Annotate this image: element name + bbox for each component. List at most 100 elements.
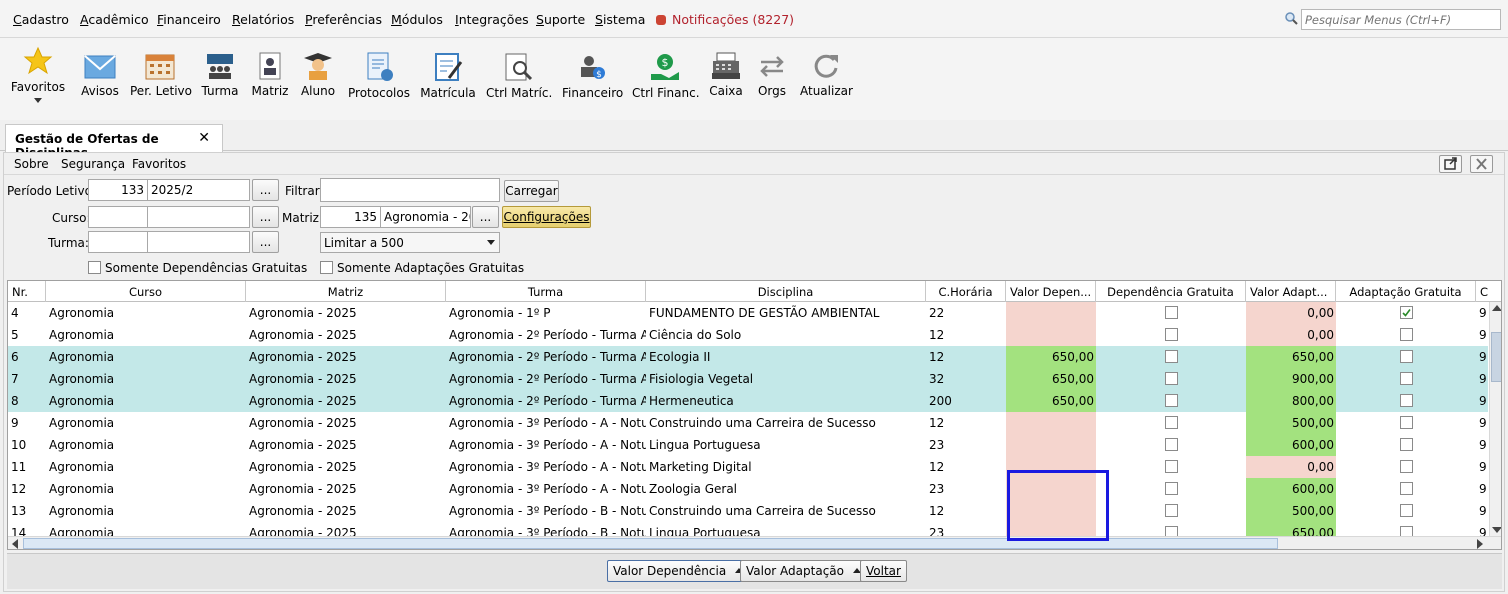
table-row[interactable]: 4 Agronomia Agronomia - 2025 Agronomia - 1º… (8, 302, 1488, 324)
menu-preferencias[interactable]: Preferências (305, 12, 382, 27)
cell-curso[interactable]: Agronomia (46, 500, 246, 522)
cell-matriz[interactable]: Agronomia - 2025 (246, 412, 446, 434)
col-valor-adaptacao[interactable]: Valor Adapt... (1246, 281, 1336, 302)
adaptacao-gratuita-checkbox[interactable] (1400, 350, 1413, 363)
cell-disciplina[interactable]: Ecologia II (646, 346, 926, 368)
toolbar-aluno[interactable]: Aluno (298, 52, 338, 98)
periodo-value-field[interactable]: 2025/2 (147, 179, 250, 201)
adaptacao-gratuita-checkbox[interactable] (1400, 460, 1413, 473)
cell-nr[interactable]: 10 (8, 434, 46, 456)
cell-ch[interactable]: 32 (926, 368, 1006, 390)
adaptacao-gratuita-checkbox[interactable] (1400, 328, 1413, 341)
vertical-scroll-thumb[interactable] (1491, 332, 1501, 382)
col-turma[interactable]: Turma (446, 281, 646, 302)
scroll-left-icon[interactable] (12, 539, 18, 549)
menu-sistema[interactable]: Sistema (595, 12, 645, 27)
search-input[interactable] (1301, 9, 1501, 30)
menu-cadastro[interactable]: Cadastro (13, 12, 69, 27)
adapt-gratuitas-checkbox[interactable] (320, 261, 333, 274)
curso-code-field[interactable] (88, 206, 148, 228)
scroll-right-icon[interactable] (1477, 539, 1483, 549)
toolbar-caixa[interactable]: Caixa (708, 52, 744, 98)
cell-curso[interactable]: Agronomia (46, 478, 246, 500)
turma-lookup-button[interactable]: ... (252, 231, 279, 253)
cell-ch[interactable]: 23 (926, 478, 1006, 500)
notifications-link[interactable]: Notificações (8227) (656, 12, 794, 27)
col-adaptacao-gratuita[interactable]: Adaptação Gratuita (1336, 281, 1476, 302)
adaptacao-gratuita-checkbox[interactable] (1400, 482, 1413, 495)
cell-curso[interactable]: Agronomia (46, 456, 246, 478)
cell-valor-adaptacao[interactable]: 500,00 (1246, 412, 1336, 434)
table-row[interactable]: 10 Agronomia Agronomia - 2025 Agronomia - 3… (8, 434, 1488, 456)
submenu-favoritos[interactable]: Favoritos (132, 157, 186, 171)
dependencia-gratuita-checkbox[interactable] (1165, 328, 1178, 341)
cell-matriz[interactable]: Agronomia - 2025 (246, 390, 446, 412)
cell-valor-adaptacao[interactable]: 0,00 (1246, 324, 1336, 346)
table-row[interactable]: 9 Agronomia Agronomia - 2025 Agronomia - 3º… (8, 412, 1488, 434)
adaptacao-gratuita-checkbox[interactable] (1400, 438, 1413, 451)
cell-valor-adaptacao[interactable]: 500,00 (1246, 500, 1336, 522)
cell-curso[interactable]: Agronomia (46, 324, 246, 346)
submenu-sobre[interactable]: Sobre (14, 157, 49, 171)
cell-nr[interactable]: 8 (8, 390, 46, 412)
cell-turma[interactable]: Agronomia - 3º Período - B - Notur... (446, 500, 646, 522)
dependencia-gratuita-checkbox[interactable] (1165, 504, 1178, 517)
cell-valor-adaptacao[interactable]: 600,00 (1246, 434, 1336, 456)
toolbar-protocolos[interactable]: Protocolos (348, 52, 410, 100)
dependencia-gratuita-checkbox[interactable] (1165, 438, 1178, 451)
cell-ch[interactable]: 23 (926, 434, 1006, 456)
curso-lookup-button[interactable]: ... (252, 206, 279, 228)
col-disciplina[interactable]: Disciplina (646, 281, 926, 302)
cell-turma[interactable]: Agronomia - 3º Período - A - Notur... (446, 456, 646, 478)
cell-curso[interactable]: Agronomia (46, 368, 246, 390)
turma-value-field[interactable] (147, 231, 250, 253)
cell-nr[interactable]: 12 (8, 478, 46, 500)
detach-button[interactable] (1439, 155, 1462, 173)
valor-adaptacao-button[interactable]: Valor Adaptação (740, 560, 867, 582)
cell-matriz[interactable]: Agronomia - 2025 (246, 478, 446, 500)
adaptacao-gratuita-checkbox[interactable] (1400, 394, 1413, 407)
toolbar-matriz[interactable]: Matriz (250, 52, 290, 98)
cell-extra[interactable]: 9 (1476, 302, 1489, 324)
adaptacao-gratuita-checkbox[interactable] (1400, 504, 1413, 517)
cell-nr[interactable]: 4 (8, 302, 46, 324)
menu-suporte[interactable]: Suporte (536, 12, 585, 27)
horizontal-scrollbar[interactable] (8, 536, 1501, 549)
cell-nr[interactable]: 13 (8, 500, 46, 522)
cell-valor-dependencia[interactable] (1006, 434, 1096, 456)
cell-matriz[interactable]: Agronomia - 2025 (246, 434, 446, 456)
scroll-up-icon[interactable] (1492, 305, 1501, 311)
table-row[interactable]: 8 Agronomia Agronomia - 2025 Agronomia - 2º… (8, 390, 1488, 412)
dependencia-gratuita-checkbox[interactable] (1165, 350, 1178, 363)
cell-matriz[interactable]: Agronomia - 2025 (246, 324, 446, 346)
cell-valor-adaptacao[interactable]: 650,00 (1246, 346, 1336, 368)
cell-curso[interactable]: Agronomia (46, 302, 246, 324)
cell-matriz[interactable]: Agronomia - 2025 (246, 302, 446, 324)
adaptacao-gratuita-checkbox[interactable] (1400, 306, 1413, 319)
cell-ch[interactable]: 22 (926, 302, 1006, 324)
cell-ch[interactable]: 12 (926, 324, 1006, 346)
table-row[interactable]: 11 Agronomia Agronomia - 2025 Agronomia - 3… (8, 456, 1488, 478)
cell-turma[interactable]: Agronomia - 3º Período - A - Notur... (446, 412, 646, 434)
cell-nr[interactable]: 6 (8, 346, 46, 368)
col-valor-dependencia[interactable]: Valor Depen... (1006, 281, 1096, 302)
col-extra[interactable]: C (1476, 281, 1496, 302)
matriz-lookup-button[interactable]: ... (472, 206, 499, 228)
turma-code-field[interactable] (88, 231, 148, 253)
menu-academico[interactable]: Acadêmico (80, 12, 149, 27)
cell-valor-adaptacao[interactable]: 0,00 (1246, 302, 1336, 324)
cell-valor-dependencia[interactable] (1006, 412, 1096, 434)
vertical-scrollbar[interactable] (1489, 302, 1501, 536)
cell-ch[interactable]: 12 (926, 346, 1006, 368)
matriz-code-field[interactable]: 135 (320, 206, 381, 228)
dependencia-gratuita-checkbox[interactable] (1165, 306, 1178, 319)
cell-disciplina[interactable]: Fisiologia Vegetal (646, 368, 926, 390)
dep-gratuitas-checkbox[interactable] (88, 261, 101, 274)
dependencia-gratuita-checkbox[interactable] (1165, 482, 1178, 495)
cell-turma[interactable]: Agronomia - 2º Período - Turma A (446, 368, 646, 390)
cell-ch[interactable]: 12 (926, 500, 1006, 522)
cell-valor-adaptacao[interactable]: 0,00 (1246, 456, 1336, 478)
valor-dependencia-button[interactable]: Valor Dependência (607, 560, 750, 582)
cell-disciplina[interactable]: Lingua Portuguesa (646, 434, 926, 456)
toolbar-atualizar[interactable]: Atualizar (800, 52, 853, 98)
